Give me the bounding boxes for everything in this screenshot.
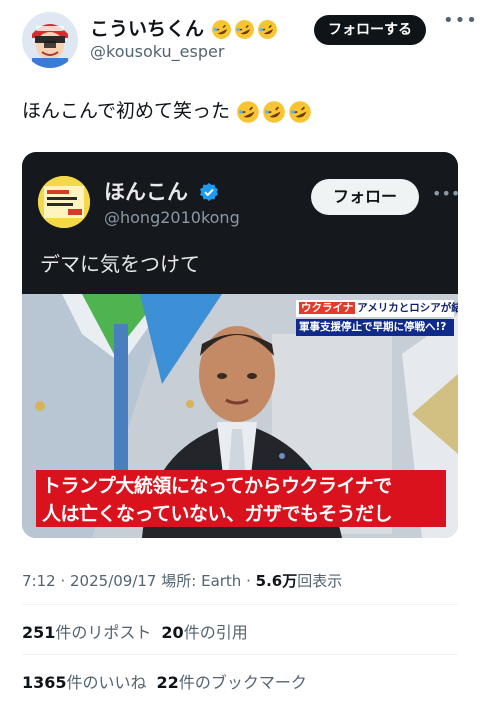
subtitle-line-1: トランプ大統領になってからウクライナで: [36, 470, 446, 499]
rofl-emoji-icon: [211, 20, 231, 39]
repost-quote-stats: 251件のリポスト 20件の引用: [22, 619, 248, 643]
views-count: 5.6万: [255, 572, 298, 590]
divider: [22, 604, 458, 605]
bookmarks-label: 件のブックマーク: [178, 673, 307, 692]
quoted-post-text: デマに気をつけて: [40, 252, 200, 276]
rofl-emoji-icon: [237, 100, 259, 123]
author-display-name[interactable]: こういちくん: [90, 14, 278, 41]
rofl-emoji-icon: [289, 100, 311, 123]
post-meta: 7:12 · 2025/09/17 場所: Earth · 5.6万回表示: [22, 570, 342, 591]
views-label: 回表示: [297, 572, 343, 590]
quoted-display-name: ほんこん: [104, 176, 219, 206]
reposts-label: 件のリポスト: [55, 623, 152, 642]
author-avatar[interactable]: [22, 12, 78, 68]
like-bookmark-stats: 1365件のいいね 22件のブックマーク: [22, 669, 307, 693]
quoted-name-text: ほんこん: [104, 180, 188, 204]
post-header: こういちくん @kousoku_esper フォローする •••: [0, 0, 480, 80]
banner-tag: ウクライナ: [299, 302, 356, 314]
banner-line-2: 軍事支援停止で早期に停戦へ!?: [296, 319, 454, 336]
likes-count: 1365: [22, 673, 67, 692]
quoted-follow-button: フォロー: [311, 179, 419, 215]
rofl-emoji-icon: [257, 20, 277, 39]
quotes-label: 件の引用: [183, 623, 248, 642]
rofl-emoji-icon: [263, 100, 285, 123]
quoted-author-avatar: [38, 176, 90, 228]
quotes-link[interactable]: 20件の引用: [161, 623, 247, 642]
more-horizontal-icon[interactable]: •••: [443, 10, 478, 31]
quoted-handle: @hong2010kong: [104, 208, 240, 227]
post-time[interactable]: 7:12: [22, 572, 56, 590]
quoted-video-frame[interactable]: ウクライナアメリカとロシアが結託!? 軍事支援停止で早期に停戦へ!? トランプ大…: [22, 294, 458, 538]
follow-button[interactable]: フォローする: [314, 15, 426, 45]
post-location: 場所: Earth: [161, 572, 242, 590]
banner-line-1-text: アメリカとロシアが結託!?: [357, 302, 458, 314]
reposts-link[interactable]: 251件のリポスト: [22, 623, 151, 642]
bookmarks-link[interactable]: 22件のブックマーク: [157, 673, 307, 692]
news-headline-banner: ウクライナアメリカとロシアが結託!? 軍事支援停止で早期に停戦へ!?: [296, 300, 458, 338]
quoted-more-icon: •••: [432, 184, 458, 203]
embedded-post-card[interactable]: ほんこん @hong2010kong フォロー ••• デマに気をつけて ウクラ…: [22, 152, 458, 538]
post-date[interactable]: 2025/09/17: [70, 572, 156, 590]
post-text: ほんこんで初めて笑った: [22, 96, 312, 124]
author-handle[interactable]: @kousoku_esper: [90, 42, 224, 61]
post-emojis: [236, 100, 312, 124]
quotes-count: 20: [161, 623, 184, 642]
likes-label: 件のいいね: [66, 673, 147, 692]
bookmarks-count: 22: [156, 673, 179, 692]
name-emojis: [211, 19, 278, 40]
rofl-emoji-icon: [234, 20, 254, 39]
reposts-count: 251: [22, 623, 56, 642]
subtitle-line-2: 人は亡くなっていない、ガザでもそうだし: [36, 498, 446, 527]
post-text-body: ほんこんで初めて笑った: [22, 100, 231, 122]
author-name-text: こういちくん: [90, 18, 205, 40]
likes-link[interactable]: 1365件のいいね: [22, 673, 147, 692]
meta-separator: ·: [246, 572, 256, 590]
meta-separator: ·: [60, 572, 71, 590]
divider: [22, 654, 458, 655]
banner-line-1: ウクライナアメリカとロシアが結託!?: [296, 300, 458, 317]
verified-badge-icon: [200, 183, 219, 201]
